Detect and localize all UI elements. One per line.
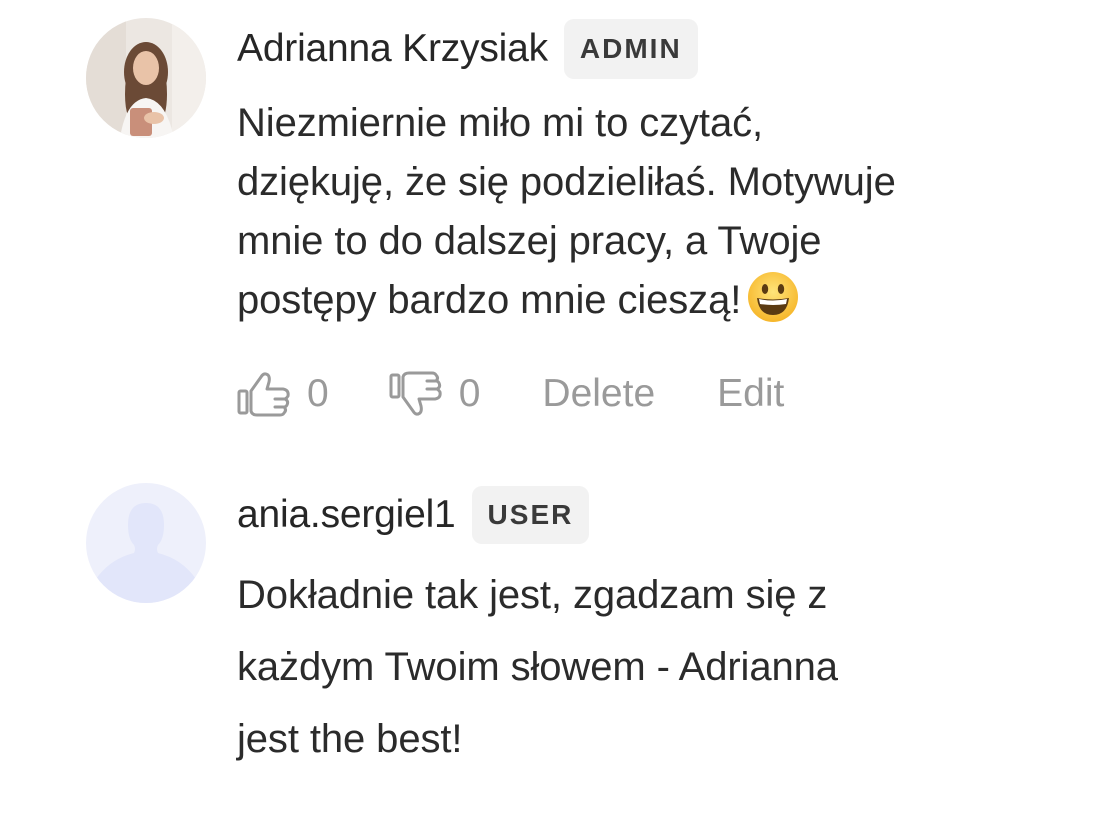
comment-body: ania.sergiel1 USER Dokładnie tak jest, z… <box>237 483 1057 775</box>
comment-text: Dokładnie tak jest, zgadzam się z każdym… <box>237 573 838 761</box>
author-name[interactable]: Adrianna Krzysiak <box>237 27 548 71</box>
like-count: 0 <box>307 372 329 415</box>
like-button[interactable]: 0 <box>237 369 329 419</box>
delete-button[interactable]: Delete <box>542 372 655 416</box>
role-badge: ADMIN <box>563 19 698 79</box>
grinning-face-emoji-icon <box>748 272 799 322</box>
comment-body: Adrianna Krzysiak ADMIN Niezmiernie miło… <box>237 18 1057 417</box>
profile-photo <box>86 18 206 138</box>
comment-actions: 0 0 Delete Edit <box>237 369 784 419</box>
dislike-button[interactable]: 0 <box>389 369 481 419</box>
comment-text: Niezmiernie miło mi to czytać, dziękuję,… <box>237 94 1057 330</box>
role-badge: USER <box>471 486 590 544</box>
thumbs-down-icon <box>389 371 442 416</box>
comment-header: ania.sergiel1 USER <box>237 483 1057 547</box>
edit-button[interactable]: Edit <box>717 372 784 416</box>
avatar[interactable] <box>86 18 206 138</box>
thumbs-up-icon <box>237 372 290 417</box>
default-user-silhouette-icon <box>86 483 206 603</box>
avatar[interactable] <box>86 483 206 603</box>
author-name[interactable]: ania.sergiel1 <box>237 493 456 537</box>
comment-header: Adrianna Krzysiak ADMIN <box>237 18 1057 80</box>
dislike-count: 0 <box>458 372 481 415</box>
